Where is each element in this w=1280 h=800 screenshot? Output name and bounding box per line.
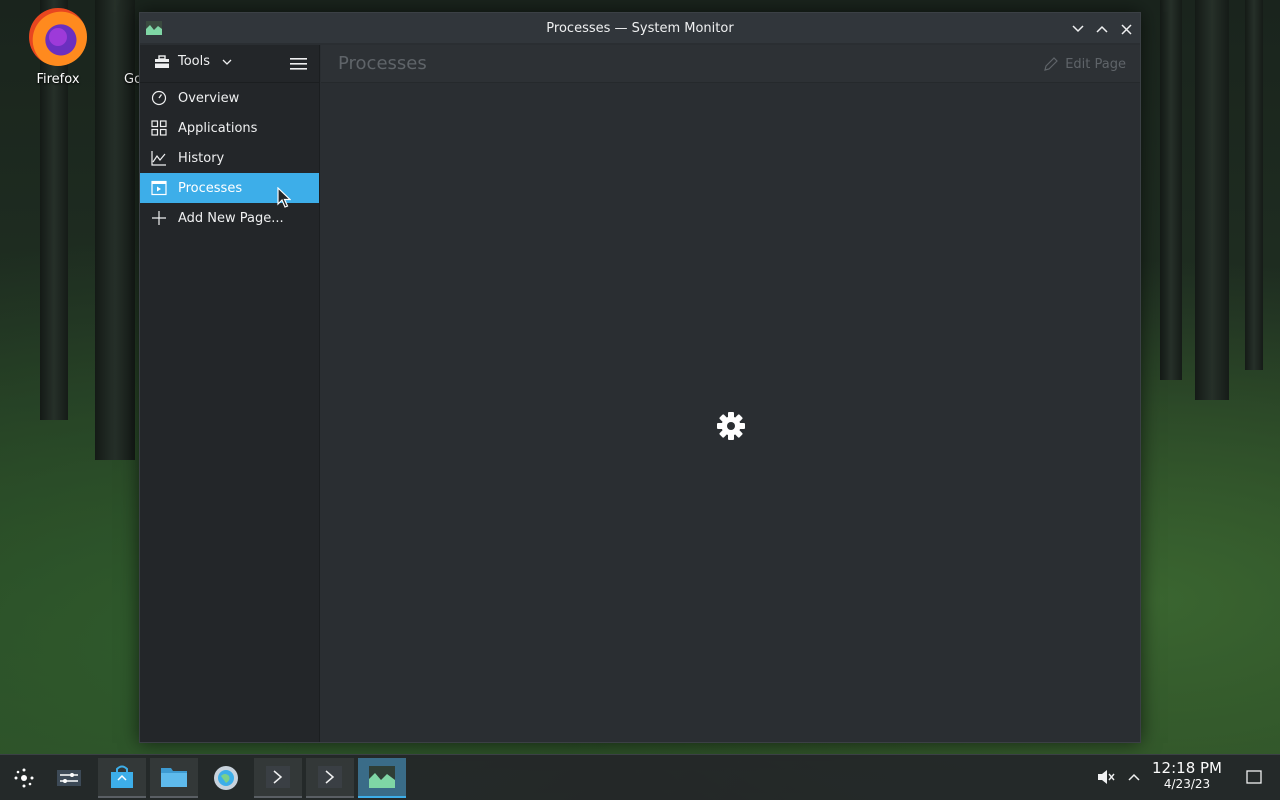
edit-page-label: Edit Page <box>1065 56 1126 72</box>
page-title: Processes <box>338 53 427 74</box>
sidebar-toolbar: Tools <box>140 45 319 83</box>
show-hidden-icons-button[interactable] <box>1124 767 1144 787</box>
folder-icon <box>161 768 187 787</box>
taskbar: 12:18 PM 4/23/23 <box>0 754 1280 800</box>
page-header: Processes Edit Page <box>321 45 1140 83</box>
taskbar-konsole-1[interactable] <box>254 758 302 798</box>
desktop-icon-partial[interactable]: Go <box>102 8 142 87</box>
sidebar-item-overview[interactable]: Overview <box>140 83 319 113</box>
steamdeck-launcher-icon <box>14 768 34 788</box>
sidebar-item-label: Processes <box>178 180 243 196</box>
terminal-icon <box>266 766 290 788</box>
sidebar: Tools Overview Applications History Proc… <box>140 45 320 742</box>
sidebar-item-add-new-page[interactable]: Add New Page... <box>140 203 319 233</box>
line-chart-icon <box>150 149 168 167</box>
grid-icon <box>150 119 168 137</box>
desktop-icon-label: Firefox <box>36 72 80 87</box>
wallpaper-tree <box>1160 0 1182 380</box>
tools-menu-button[interactable]: Tools <box>154 54 232 69</box>
gauge-icon <box>150 89 168 107</box>
clock-time: 12:18 PM <box>1152 759 1222 777</box>
firefox-icon <box>29 8 87 66</box>
system-monitor-window: Processes — System Monitor Tools Overvie… <box>139 12 1141 743</box>
taskbar-system-monitor[interactable] <box>358 758 406 798</box>
loading-gear-icon <box>717 412 745 440</box>
sidebar-item-label: Overview <box>178 90 240 106</box>
window-title: Processes — System Monitor <box>546 21 734 36</box>
wallpaper-tree <box>1245 0 1263 370</box>
taskbar-browser[interactable] <box>202 758 250 798</box>
hamburger-menu-icon[interactable] <box>290 57 307 71</box>
globe-gear-icon <box>214 766 238 790</box>
desktop-icon-label: Go <box>124 72 142 87</box>
volume-muted-icon[interactable] <box>1096 767 1116 787</box>
minimize-button[interactable] <box>1068 19 1088 39</box>
pencil-icon <box>1044 57 1059 71</box>
sidebar-item-label: Add New Page... <box>178 210 284 226</box>
sidebar-item-applications[interactable]: Applications <box>140 113 319 143</box>
page-list: Overview Applications History Processes <box>140 83 319 233</box>
maximize-button[interactable] <box>1092 19 1112 39</box>
app-icon <box>102 8 142 66</box>
sliders-icon <box>57 770 81 786</box>
sidebar-item-label: Applications <box>178 120 258 136</box>
close-icon <box>1120 23 1132 35</box>
sidebar-item-label: History <box>178 150 225 166</box>
sidebar-item-history[interactable]: History <box>140 143 319 173</box>
desktop-icon <box>1246 770 1262 784</box>
wallpaper-tree <box>1195 0 1229 400</box>
main-content: Processes Edit Page <box>321 45 1140 742</box>
edit-page-button[interactable]: Edit Page <box>1043 56 1126 72</box>
digital-clock[interactable]: 12:18 PM 4/23/23 <box>1152 759 1222 791</box>
close-button[interactable] <box>1116 19 1136 39</box>
system-monitor-icon <box>369 766 395 788</box>
titlebar[interactable]: Processes — System Monitor <box>140 13 1140 44</box>
chevron-down-icon <box>222 59 232 65</box>
chevron-up-icon <box>1096 25 1108 33</box>
terminal-icon <box>318 766 342 788</box>
show-desktop-button[interactable] <box>1244 767 1264 787</box>
taskbar-konsole-2[interactable] <box>306 758 354 798</box>
clock-date: 4/23/23 <box>1163 777 1211 791</box>
settings-button[interactable] <box>45 758 93 798</box>
desktop-icon-firefox[interactable]: Firefox <box>18 8 98 87</box>
process-icon <box>150 179 168 197</box>
taskbar-discover-app[interactable] <box>98 758 146 798</box>
sidebar-item-processes[interactable]: Processes <box>140 173 319 203</box>
shopping-bag-icon <box>111 765 133 788</box>
mouse-cursor-icon <box>277 187 291 208</box>
toolbox-icon <box>155 54 169 68</box>
application-launcher-button[interactable] <box>0 758 48 798</box>
plus-icon <box>150 209 168 227</box>
chevron-down-icon <box>1072 25 1084 33</box>
tools-label: Tools <box>178 54 211 69</box>
chevron-up-icon <box>1128 773 1140 781</box>
taskbar-file-manager[interactable] <box>150 758 198 798</box>
